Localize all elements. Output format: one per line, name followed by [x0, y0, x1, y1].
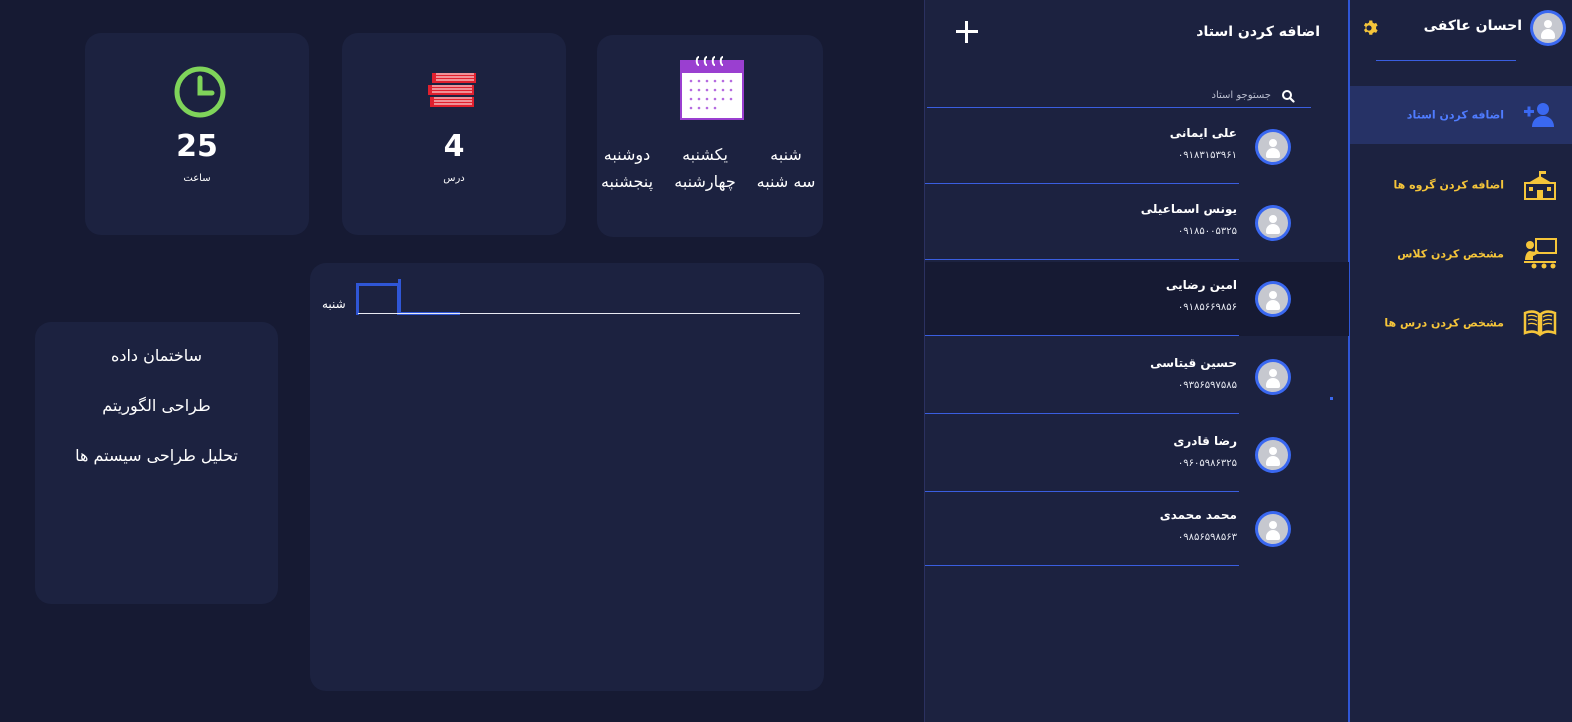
nav-label: مشخص کردن کلاس [1397, 247, 1504, 261]
open-book-icon [1523, 310, 1557, 337]
teacher-row[interactable]: محمد محمدی ۰۹۸۵۶۵۹۸۵۶۳ [925, 492, 1349, 566]
row-divider [925, 413, 1239, 414]
teacher-avatar [1255, 511, 1291, 547]
row-divider [925, 183, 1239, 184]
courses-card: ساختمان داده طراحی الگوریتم تحلیل طراحی … [35, 322, 278, 604]
lessons-count: 4 [443, 129, 465, 164]
nav-add-teacher[interactable]: اضافه کردن استاد [1350, 86, 1572, 144]
teacher-phone: ۰۹۱۸۵۰۰۵۳۲۵ [1177, 226, 1237, 237]
profile[interactable]: احسان عاکفی [1350, 8, 1572, 46]
nav-assign-lessons[interactable]: مشخص کردن درس ها [1350, 294, 1572, 352]
teacher-phone: ۰۹۱۸۵۶۶۹۸۵۶ [1177, 302, 1237, 313]
sidebar: احسان عاکفی اضافه کردن استاد اضافه کردن … [1348, 0, 1572, 722]
profile-avatar[interactable] [1530, 10, 1566, 46]
books-icon [428, 73, 476, 107]
course-item: تحلیل طراحی سیستم ها [75, 446, 238, 465]
teacher-row[interactable]: یونس اسماعیلی ۰۹۱۸۵۰۰۵۳۲۵ [925, 186, 1349, 260]
teachers-panel: اضافه کردن استاد علی ایمانی ۰۹۱۸۳۱۵۳۹۶۱ … [924, 0, 1349, 722]
add-user-icon [1524, 103, 1554, 127]
schedule-day-label: شنبه [322, 297, 346, 311]
teacher-phone: ۰۹۱۸۳۱۵۳۹۶۱ [1177, 150, 1237, 161]
teacher-name: یونس اسماعیلی [1140, 202, 1237, 216]
school-building-icon [1524, 171, 1556, 200]
teacher-row[interactable]: حسین قیتاسی ۰۹۳۵۶۵۹۷۵۸۵ [925, 340, 1349, 414]
nav-label: اضافه کردن استاد [1406, 108, 1504, 122]
teacher-phone: ۰۹۶۰۵۹۸۶۳۲۵ [1177, 458, 1237, 469]
row-divider [925, 565, 1239, 566]
teacher-avatar [1255, 205, 1291, 241]
schedule-card: شنبه [310, 263, 824, 691]
lessons-card: 4 درس [342, 33, 566, 235]
lessons-label: درس [443, 173, 465, 184]
course-item: ساختمان داده [110, 346, 203, 365]
teacher-board-icon [1524, 238, 1557, 269]
search-input[interactable] [971, 86, 1271, 104]
teachers-title: اضافه کردن استاد [1196, 24, 1320, 40]
calendar-icon [680, 56, 744, 120]
teacher-avatar [1255, 437, 1291, 473]
add-teacher-button[interactable] [955, 20, 979, 44]
nav-assign-class[interactable]: مشخص کردن کلاس [1350, 225, 1572, 283]
day-label: یکشنبه [682, 145, 728, 164]
clock-icon [174, 66, 226, 118]
teacher-name: امین رضایی [1165, 278, 1237, 292]
days-card: شنبه یکشنبه دوشنبه سه شنبه چهارشنبه پنجش… [597, 35, 823, 237]
days-grid: شنبه یکشنبه دوشنبه سه شنبه چهارشنبه پنجش… [601, 145, 821, 191]
profile-divider [1376, 60, 1516, 61]
teacher-name: محمد محمدی [1159, 508, 1237, 522]
teacher-avatar [1255, 281, 1291, 317]
day-label: دوشنبه [603, 145, 651, 164]
gear-icon[interactable] [1360, 19, 1378, 37]
teacher-avatar [1255, 359, 1291, 395]
row-divider [925, 335, 1239, 336]
day-label: پنجشنبه [600, 172, 654, 191]
course-item: طراحی الگوریتم [102, 396, 211, 415]
hours-label: ساعت [183, 173, 211, 184]
nav-label: مشخص کردن درس ها [1384, 316, 1504, 330]
schedule-axis [358, 313, 800, 314]
teacher-row[interactable]: علی ایمانی ۰۹۱۸۳۱۵۳۹۶۱ [925, 110, 1349, 184]
nav-label: اضافه کردن گروه ها [1393, 178, 1505, 192]
nav-add-groups[interactable]: اضافه کردن گروه ها [1350, 156, 1572, 214]
scroll-indicator [1330, 397, 1333, 400]
teacher-phone: ۰۹۳۵۶۵۹۷۵۸۵ [1177, 380, 1237, 391]
day-label: سه شنبه [756, 172, 816, 191]
hours-card: 25 ساعت [85, 33, 309, 235]
day-label: شنبه [770, 145, 802, 164]
teacher-row[interactable]: امین رضایی ۰۹۱۸۵۶۶۹۸۵۶ [925, 262, 1349, 336]
search-icon[interactable] [1277, 87, 1295, 105]
profile-name: احسان عاکفی [1423, 18, 1522, 34]
teacher-phone: ۰۹۸۵۶۵۹۸۵۶۳ [1177, 532, 1237, 543]
teacher-row[interactable]: رضا قادری ۰۹۶۰۵۹۸۶۳۲۵ [925, 418, 1349, 492]
day-label: چهارشنبه [674, 172, 736, 191]
teacher-name: حسین قیتاسی [1150, 356, 1237, 370]
teacher-name: رضا قادری [1173, 434, 1237, 448]
row-divider [925, 259, 1239, 260]
teacher-name: علی ایمانی [1169, 126, 1237, 140]
teacher-search [927, 84, 1311, 108]
schedule-marker [398, 279, 401, 315]
hours-count: 25 [176, 129, 218, 164]
teacher-avatar [1255, 129, 1291, 165]
schedule-block[interactable] [356, 283, 400, 315]
